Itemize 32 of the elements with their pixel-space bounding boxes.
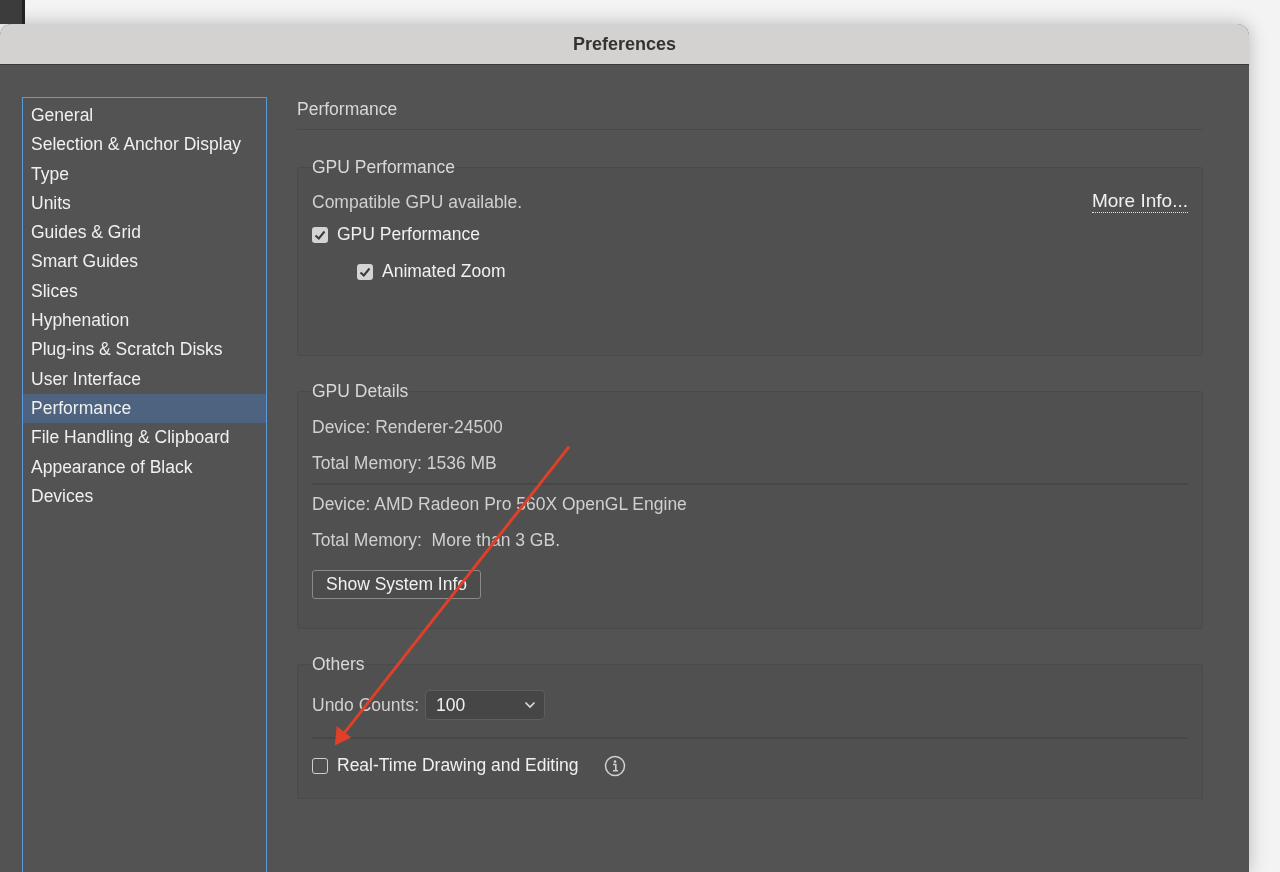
sidebar-item[interactable]: Devices <box>23 481 266 512</box>
sidebar-item[interactable]: Performance <box>23 393 266 424</box>
window-title: Preferences <box>572 33 677 55</box>
sidebar-item[interactable]: Units <box>23 188 266 219</box>
sidebar-item[interactable]: Smart Guides <box>23 247 266 277</box>
undo-counts-dropdown[interactable]: 100 <box>425 690 545 720</box>
sidebar-item[interactable]: Plug-ins & Scratch Disks <box>23 335 266 365</box>
group-title: GPU Details <box>311 381 410 402</box>
sidebar-item[interactable]: User Interface <box>23 364 266 394</box>
info-icon[interactable] <box>603 754 626 777</box>
checkbox[interactable] <box>312 757 328 774</box>
more-info-link[interactable]: More Info... <box>1091 191 1188 213</box>
sidebar-item[interactable]: Hyphenation <box>23 306 266 336</box>
sidebar-item[interactable]: Slices <box>23 276 266 307</box>
checkbox-label[interactable]: Real-Time Drawing and Editing <box>337 755 579 776</box>
sidebar-item[interactable]: Type <box>23 159 266 189</box>
checkbox-label[interactable]: Animated Zoom <box>382 261 506 282</box>
memory-text: Total Memory: 1536 MB <box>312 452 497 474</box>
checkbox[interactable] <box>357 263 373 280</box>
sidebar-item[interactable]: Selection & Anchor Display <box>23 130 266 160</box>
group-title: GPU Performance <box>311 157 456 178</box>
chevron-down-icon <box>524 701 536 709</box>
sidebar-item[interactable]: File Handling & Clipboard <box>23 423 266 453</box>
status-text: Compatible GPU available. <box>312 191 523 213</box>
checkbox-label[interactable]: GPU Performance <box>337 224 480 245</box>
sidebar-item[interactable]: Guides & Grid <box>23 218 266 248</box>
device-text: Device: Renderer-24500 <box>312 417 503 439</box>
sidebar-item[interactable]: General <box>23 101 266 131</box>
sidebar-item[interactable]: Appearance of Black <box>23 452 266 482</box>
panel-title: Performance <box>297 97 1203 130</box>
group-title: Others <box>311 654 366 675</box>
checkbox[interactable] <box>312 226 328 243</box>
